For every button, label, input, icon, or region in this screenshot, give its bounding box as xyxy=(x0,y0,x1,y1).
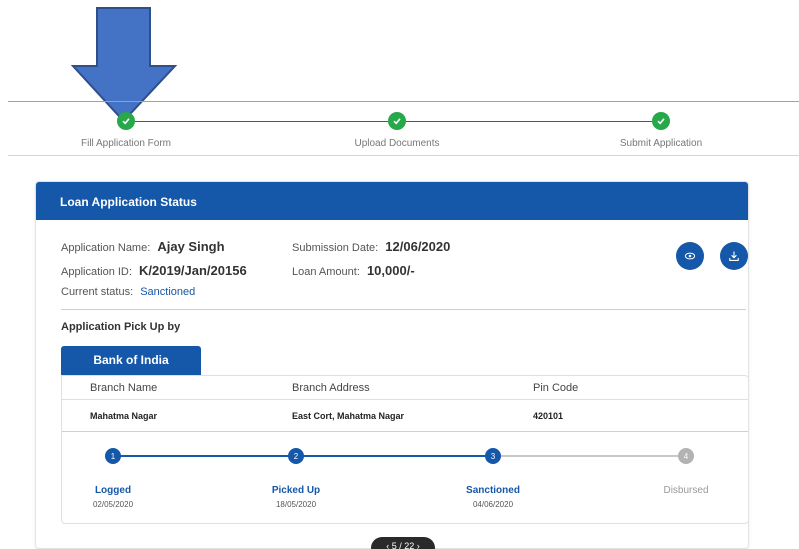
tracker-step-node: 1 xyxy=(105,448,121,464)
loan-amount-row: Loan Amount: 10,000/- xyxy=(292,263,415,278)
step-label-fill-form: Fill Application Form xyxy=(80,138,172,149)
tab-bank-of-india[interactable]: Bank of India xyxy=(61,346,201,375)
current-status-row: Current status: Sanctioned xyxy=(61,286,195,298)
section-divider xyxy=(61,309,746,310)
header-branch-address: Branch Address xyxy=(292,381,370,394)
branch-table: Branch Name Branch Address Pin Code Maha… xyxy=(61,375,748,524)
application-steps: Fill Application Form Upload Documents S… xyxy=(0,110,799,158)
loan-status-card: Loan Application Status Application Name… xyxy=(35,181,749,549)
step-label-upload: Upload Documents xyxy=(354,138,440,149)
tracker-step-node: 3 xyxy=(485,448,501,464)
cell-pin-code: 420101 xyxy=(533,410,564,421)
table-header: Branch Name Branch Address Pin Code xyxy=(62,376,748,400)
tracker-date: 18/05/2020 xyxy=(275,500,317,509)
tracker-label-picked-up: Picked Up xyxy=(271,485,321,496)
application-name-label: Application Name: xyxy=(61,242,151,254)
tracker-step-node: 2 xyxy=(288,448,304,464)
step-connector xyxy=(406,121,652,122)
tracker-label-disbursed: Disbursed xyxy=(663,485,709,496)
annotation-arrow-icon xyxy=(70,7,178,123)
application-id-label: Application ID: xyxy=(61,266,132,278)
step-connector xyxy=(135,121,388,122)
submission-date-value: 12/06/2020 xyxy=(385,239,451,254)
view-button[interactable] xyxy=(676,242,704,270)
application-name-row: Application Name: Ajay Singh xyxy=(61,239,225,254)
cell-branch-address: East Cort, Mahatma Nagar xyxy=(292,410,405,421)
pickup-section-title: Application Pick Up by xyxy=(61,321,181,333)
cell-branch-name: Mahatma Nagar xyxy=(90,410,158,421)
tracker-step-node: 4 xyxy=(678,448,694,464)
header-pin-code: Pin Code xyxy=(533,381,579,394)
tracker-date: 04/06/2020 xyxy=(472,500,514,509)
download-icon xyxy=(729,251,739,261)
tracker-label-logged: Logged xyxy=(94,485,132,496)
progress-line-pending xyxy=(493,455,686,457)
top-divider xyxy=(8,101,799,102)
eye-icon xyxy=(684,252,696,260)
current-status-label: Current status: xyxy=(61,286,134,298)
step-done-check-icon xyxy=(652,112,670,130)
table-row: Mahatma Nagar East Cort, Mahatma Nagar 4… xyxy=(62,400,748,432)
loan-amount-label: Loan Amount: xyxy=(292,266,360,278)
application-id-row: Application ID: K/2019/Jan/20156 xyxy=(61,263,247,278)
step-label-submit: Submit Application xyxy=(619,138,703,149)
tracker-label-sanctioned: Sanctioned xyxy=(466,485,520,496)
loan-amount-value: 10,000/- xyxy=(366,263,415,278)
steps-divider xyxy=(8,155,799,156)
download-button[interactable] xyxy=(720,242,748,270)
submission-date-label: Submission Date: xyxy=(292,242,379,254)
current-status-value: Sanctioned xyxy=(140,286,196,298)
submission-date-row: Submission Date: 12/06/2020 xyxy=(292,239,450,254)
application-name-value: Ajay Singh xyxy=(157,239,225,254)
step-done-check-icon xyxy=(388,112,406,130)
application-progress-tracker: 1 2 3 4 Logged Picked Up Sanctioned Disb… xyxy=(62,442,748,522)
page-indicator[interactable]: ‹ 5 / 22 › xyxy=(371,537,435,549)
step-done-check-icon xyxy=(117,112,135,130)
application-id-value: K/2019/Jan/20156 xyxy=(139,263,247,278)
card-title: Loan Application Status xyxy=(36,182,748,220)
header-branch-name: Branch Name xyxy=(90,381,158,394)
tracker-date: 02/05/2020 xyxy=(92,500,134,509)
